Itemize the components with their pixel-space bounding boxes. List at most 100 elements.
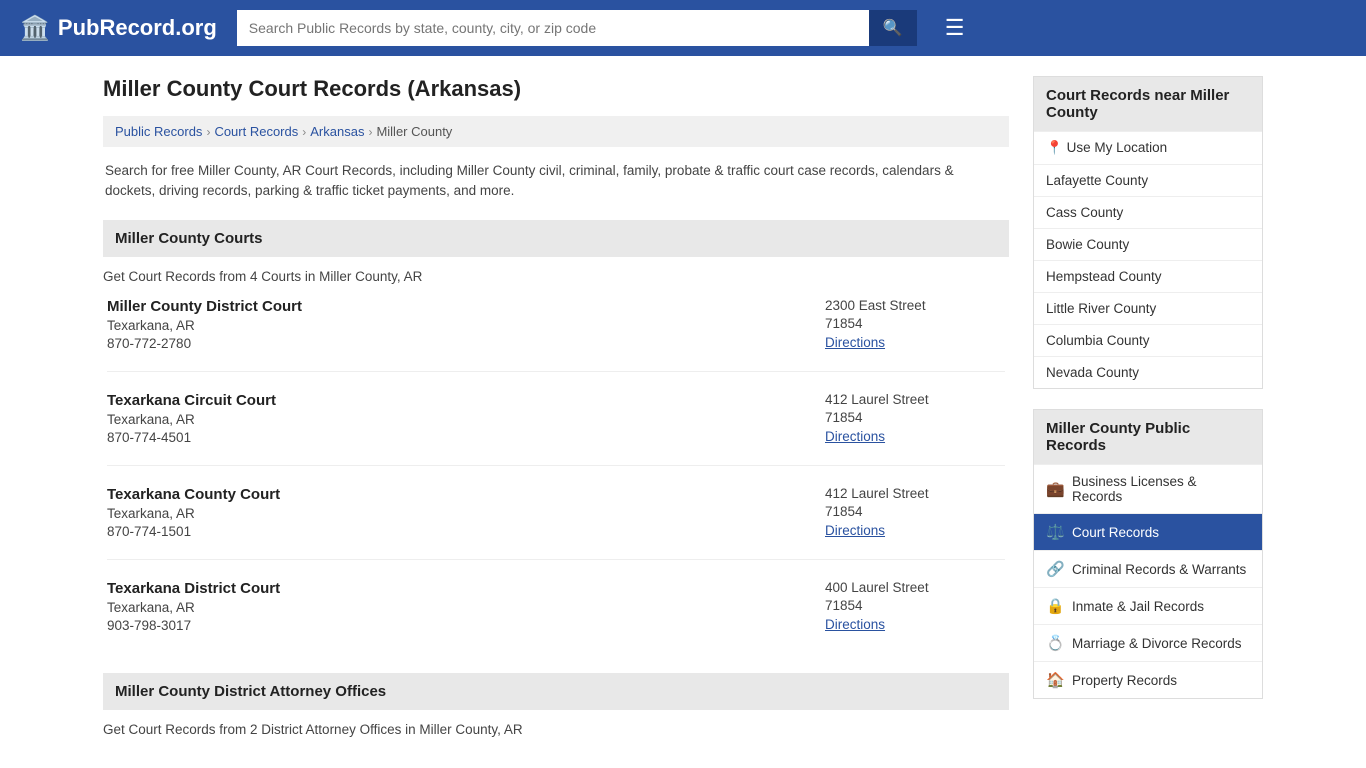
directions-link[interactable]: Directions (825, 429, 885, 444)
breadcrumb-miller-county: Miller County (376, 124, 452, 139)
hamburger-icon: ☰ (945, 15, 965, 40)
court-info: Texarkana District Court Texarkana, AR 9… (107, 580, 825, 633)
table-row: Miller County District Court Texarkana, … (107, 298, 1005, 372)
court-zip: 71854 (825, 316, 1005, 331)
location-label: Use My Location (1067, 140, 1168, 155)
criminal-records-label: Criminal Records & Warrants (1072, 562, 1246, 577)
main-container: Miller County Court Records (Arkansas) P… (83, 56, 1283, 757)
list-item[interactable]: 💼 Business Licenses & Records (1034, 464, 1262, 513)
site-logo[interactable]: 🏛️ PubRecord.org (20, 14, 217, 43)
list-item[interactable]: 📍 Use My Location (1034, 131, 1262, 164)
location-pin-icon: 📍 (1046, 140, 1063, 155)
use-my-location-link[interactable]: 📍 Use My Location (1034, 132, 1262, 164)
nearby-list: 📍 Use My Location Lafayette County Cass … (1034, 131, 1262, 388)
court-city: Texarkana, AR (107, 412, 825, 427)
list-item[interactable]: 🔒 Inmate & Jail Records (1034, 587, 1262, 624)
court-records-link[interactable]: ⚖️ Court Records (1034, 514, 1262, 550)
court-info: Texarkana Circuit Court Texarkana, AR 87… (107, 392, 825, 445)
court-address: 2300 East Street 71854 Directions (825, 298, 1005, 351)
directions-link[interactable]: Directions (825, 617, 885, 632)
court-phone: 903-798-3017 (107, 618, 825, 633)
court-street: 400 Laurel Street (825, 580, 1005, 595)
content-area: Miller County Court Records (Arkansas) P… (103, 76, 1009, 737)
list-item[interactable]: 🏠 Property Records (1034, 661, 1262, 698)
directions-link[interactable]: Directions (825, 335, 885, 350)
court-zip: 71854 (825, 410, 1005, 425)
hempstead-county-link[interactable]: Hempstead County (1034, 261, 1262, 292)
logo-text: PubRecord.org (58, 15, 217, 41)
business-licenses-label: Business Licenses & Records (1072, 474, 1250, 504)
page-description: Search for free Miller County, AR Court … (103, 161, 1009, 202)
cass-county-link[interactable]: Cass County (1034, 197, 1262, 228)
public-records-list: 💼 Business Licenses & Records ⚖️ Court R… (1034, 464, 1262, 698)
search-input[interactable] (237, 10, 869, 46)
list-item[interactable]: Columbia County (1034, 324, 1262, 356)
list-item[interactable]: ⚖️ Court Records (1034, 513, 1262, 550)
little-river-county-link[interactable]: Little River County (1034, 293, 1262, 324)
columbia-county-link[interactable]: Columbia County (1034, 325, 1262, 356)
search-bar: 🔍 (237, 10, 917, 46)
sidebar: Court Records near Miller County 📍 Use M… (1033, 76, 1263, 737)
court-street: 2300 East Street (825, 298, 1005, 313)
court-address: 412 Laurel Street 71854 Directions (825, 392, 1005, 445)
list-item[interactable]: Lafayette County (1034, 164, 1262, 196)
list-item[interactable]: Nevada County (1034, 356, 1262, 388)
court-city: Texarkana, AR (107, 506, 825, 521)
business-licenses-link[interactable]: 💼 Business Licenses & Records (1034, 465, 1262, 513)
site-header: 🏛️ PubRecord.org 🔍 ☰ (0, 0, 1366, 56)
breadcrumb-court-records[interactable]: Court Records (214, 124, 298, 139)
search-button[interactable]: 🔍 (869, 10, 917, 46)
list-item[interactable]: Cass County (1034, 196, 1262, 228)
court-name: Texarkana District Court (107, 580, 825, 597)
list-item[interactable]: 🔗 Criminal Records & Warrants (1034, 550, 1262, 587)
public-records-section: Miller County Public Records 💼 Business … (1033, 409, 1263, 699)
breadcrumb-sep-1: › (206, 125, 210, 139)
directions-link[interactable]: Directions (825, 523, 885, 538)
court-name: Miller County District Court (107, 298, 825, 315)
property-records-link[interactable]: 🏠 Property Records (1034, 662, 1262, 698)
court-phone: 870-774-1501 (107, 524, 825, 539)
court-info: Miller County District Court Texarkana, … (107, 298, 825, 351)
marriage-divorce-link[interactable]: 💍 Marriage & Divorce Records (1034, 625, 1262, 661)
court-city: Texarkana, AR (107, 318, 825, 333)
table-row: Texarkana District Court Texarkana, AR 9… (107, 580, 1005, 653)
ring-icon: 💍 (1046, 634, 1064, 652)
link-icon: 🔗 (1046, 560, 1064, 578)
courts-list: Miller County District Court Texarkana, … (103, 298, 1009, 653)
lafayette-county-link[interactable]: Lafayette County (1034, 165, 1262, 196)
table-row: Texarkana Circuit Court Texarkana, AR 87… (107, 392, 1005, 466)
criminal-records-link[interactable]: 🔗 Criminal Records & Warrants (1034, 551, 1262, 587)
list-item[interactable]: Hempstead County (1034, 260, 1262, 292)
lock-icon: 🔒 (1046, 597, 1064, 615)
breadcrumb-arkansas[interactable]: Arkansas (310, 124, 364, 139)
nearby-section: Court Records near Miller County 📍 Use M… (1033, 76, 1263, 389)
breadcrumb-sep-2: › (302, 125, 306, 139)
bowie-county-link[interactable]: Bowie County (1034, 229, 1262, 260)
nevada-county-link[interactable]: Nevada County (1034, 357, 1262, 388)
da-section-header: Miller County District Attorney Offices (103, 673, 1009, 710)
list-item[interactable]: Little River County (1034, 292, 1262, 324)
court-info: Texarkana County Court Texarkana, AR 870… (107, 486, 825, 539)
hamburger-menu-button[interactable]: ☰ (945, 15, 965, 41)
inmate-records-link[interactable]: 🔒 Inmate & Jail Records (1034, 588, 1262, 624)
breadcrumb: Public Records › Court Records › Arkansa… (103, 116, 1009, 147)
logo-icon: 🏛️ (20, 14, 50, 43)
court-city: Texarkana, AR (107, 600, 825, 615)
court-street: 412 Laurel Street (825, 392, 1005, 407)
court-records-label: Court Records (1072, 525, 1159, 540)
breadcrumb-public-records[interactable]: Public Records (115, 124, 202, 139)
court-zip: 71854 (825, 598, 1005, 613)
list-item[interactable]: Bowie County (1034, 228, 1262, 260)
da-section: Miller County District Attorney Offices … (103, 673, 1009, 737)
court-phone: 870-774-4501 (107, 430, 825, 445)
list-item[interactable]: 💍 Marriage & Divorce Records (1034, 624, 1262, 661)
inmate-records-label: Inmate & Jail Records (1072, 599, 1204, 614)
da-intro: Get Court Records from 2 District Attorn… (103, 722, 1009, 737)
courts-section-header: Miller County Courts (103, 220, 1009, 257)
court-address: 412 Laurel Street 71854 Directions (825, 486, 1005, 539)
page-title: Miller County Court Records (Arkansas) (103, 76, 1009, 102)
breadcrumb-sep-3: › (368, 125, 372, 139)
search-icon: 🔍 (883, 20, 903, 37)
briefcase-icon: 💼 (1046, 480, 1064, 498)
property-records-label: Property Records (1072, 673, 1177, 688)
